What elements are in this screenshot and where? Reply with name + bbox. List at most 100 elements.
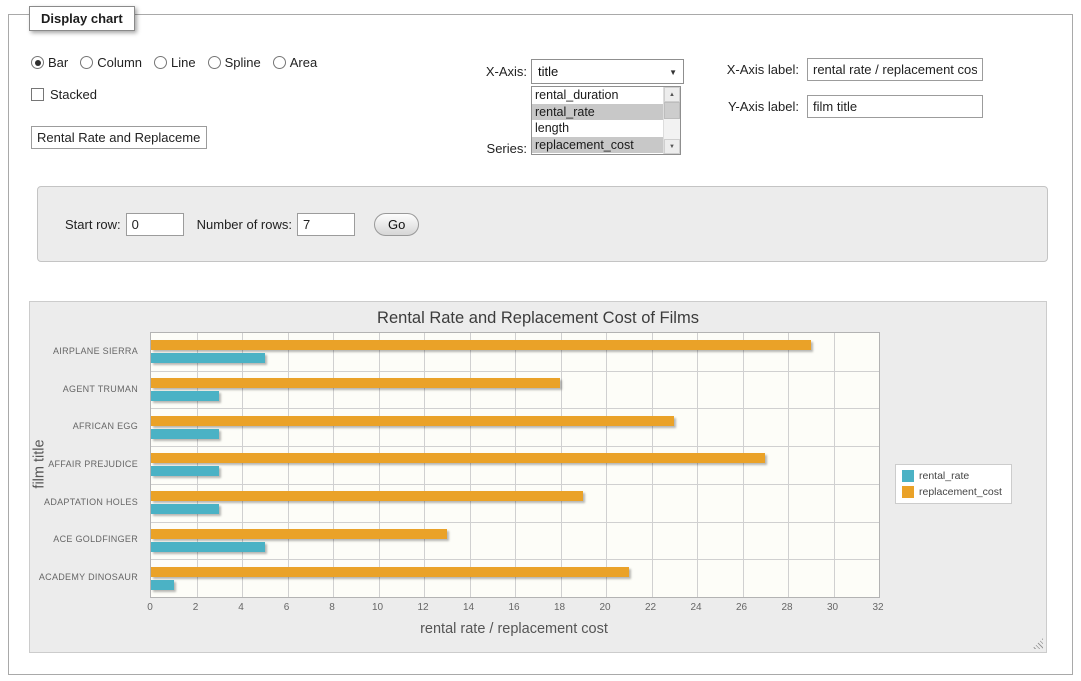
bar-rental_rate [151,391,219,401]
x-axis-ticks: 02468101214161820222426283032 [150,602,878,616]
category-label: AFFAIR PREJUDICE [38,445,138,483]
series-listbox[interactable]: rental_durationrental_ratelengthreplacem… [531,86,681,155]
bar-group [151,371,879,409]
bar-group [151,446,879,484]
legend-item: replacement_cost [902,486,1002,498]
bar-replacement_cost [151,491,583,501]
series-option-length[interactable]: length [532,120,664,137]
x-axis-selected-value: title [538,64,558,79]
bar-group [151,484,879,522]
x-axis-label-field-label: X-Axis label: [699,62,799,77]
chart-type-label: Column [97,55,142,70]
stacked-checkbox[interactable] [31,88,44,101]
series-scrollbar[interactable]: ▲ ▼ [663,87,680,154]
x-tick-label: 8 [329,602,335,613]
go-button[interactable]: Go [374,213,419,236]
start-row-input[interactable] [126,213,184,236]
chart-type-option-bar[interactable]: Bar [31,55,68,70]
number-of-rows-label: Number of rows: [197,217,292,232]
chart-type-option-spline[interactable]: Spline [208,55,261,70]
x-tick-label: 32 [872,602,883,613]
x-axis-title: rental rate / replacement cost [150,621,878,637]
start-row-label: Start row: [65,217,121,232]
y-axis-label-input[interactable] [807,95,983,118]
x-tick-label: 24 [690,602,701,613]
bar-group [151,559,879,597]
chart-title-input[interactable] [31,126,207,149]
chevron-down-icon: ▼ [669,68,677,77]
stacked-option[interactable]: Stacked [31,87,97,102]
category-label: AFRICAN EGG [38,407,138,445]
radio-line-icon[interactable] [154,56,167,69]
chart-type-label: Area [290,55,317,70]
radio-bar-icon[interactable] [31,56,44,69]
bar-group [151,522,879,560]
bar-rental_rate [151,580,174,590]
bar-group [151,408,879,446]
bar-replacement_cost [151,340,811,350]
legend-swatch [902,470,914,482]
x-tick-label: 14 [463,602,474,613]
rows-form: Start row: Number of rows: Go [37,186,1048,262]
bar-replacement_cost [151,529,447,539]
category-axis: AIRPLANE SIERRAAGENT TRUMANAFRICAN EGGAF… [38,332,144,596]
series-option-replacement_cost[interactable]: replacement_cost [532,137,664,154]
chart-legend: rental_rate replacement_cost [895,464,1012,504]
bar-rental_rate [151,466,219,476]
x-tick-label: 20 [599,602,610,613]
radio-area-icon[interactable] [273,56,286,69]
x-tick-label: 26 [736,602,747,613]
x-tick-label: 30 [827,602,838,613]
chart-type-option-column[interactable]: Column [80,55,142,70]
radio-column-icon[interactable] [80,56,93,69]
resize-handle-icon[interactable] [1032,638,1043,649]
series-field-label: Series: [396,141,527,156]
x-tick-label: 28 [781,602,792,613]
x-tick-label: 4 [238,602,244,613]
category-label: AIRPLANE SIERRA [38,332,138,370]
legend-item: rental_rate [902,470,1002,482]
bar-rental_rate [151,429,219,439]
legend-label: replacement_cost [919,486,1002,498]
chart-type-radio-group: Bar Column Line Spline Area [31,55,317,70]
number-of-rows-input[interactable] [297,213,355,236]
scroll-up-icon[interactable]: ▲ [664,87,680,102]
x-tick-label: 16 [508,602,519,613]
x-axis-select[interactable]: title ▼ [531,59,684,84]
scroll-down-icon[interactable]: ▼ [664,139,680,154]
chart-type-label: Line [171,55,196,70]
x-axis-field-label: X-Axis: [396,64,527,79]
bar-rental_rate [151,504,219,514]
x-tick-label: 10 [372,602,383,613]
x-tick-label: 0 [147,602,153,613]
bar-rental_rate [151,542,265,552]
x-tick-label: 2 [193,602,199,613]
legend-label: rental_rate [919,470,969,482]
stacked-label: Stacked [50,87,97,102]
chart-title: Rental Rate and Replacement Cost of Film… [30,309,1046,328]
display-chart-panel: Display chart BarColumnLineSplineArea St… [8,14,1073,675]
bar-replacement_cost [151,416,674,426]
chart-type-option-line[interactable]: Line [154,55,196,70]
x-tick-label: 6 [284,602,290,613]
x-tick-label: 18 [554,602,565,613]
category-label: ACE GOLDFINGER [38,521,138,559]
bar-replacement_cost [151,378,560,388]
bar-replacement_cost [151,453,765,463]
category-label: ADAPTATION HOLES [38,483,138,521]
plot-area [150,332,880,598]
scrollbar-thumb[interactable] [664,102,680,119]
x-tick-label: 22 [645,602,656,613]
series-option-rental_duration[interactable]: rental_duration [532,87,664,104]
category-label: AGENT TRUMAN [38,370,138,408]
chart-type-option-area[interactable]: Area [273,55,317,70]
x-tick-label: 12 [417,602,428,613]
x-axis-label-input[interactable] [807,58,983,81]
y-axis-label-field-label: Y-Axis label: [699,99,799,114]
bar-group [151,333,879,371]
chart-type-label: Spline [225,55,261,70]
legend-swatch [902,486,914,498]
bar-replacement_cost [151,567,629,577]
radio-spline-icon[interactable] [208,56,221,69]
series-option-rental_rate[interactable]: rental_rate [532,104,664,121]
